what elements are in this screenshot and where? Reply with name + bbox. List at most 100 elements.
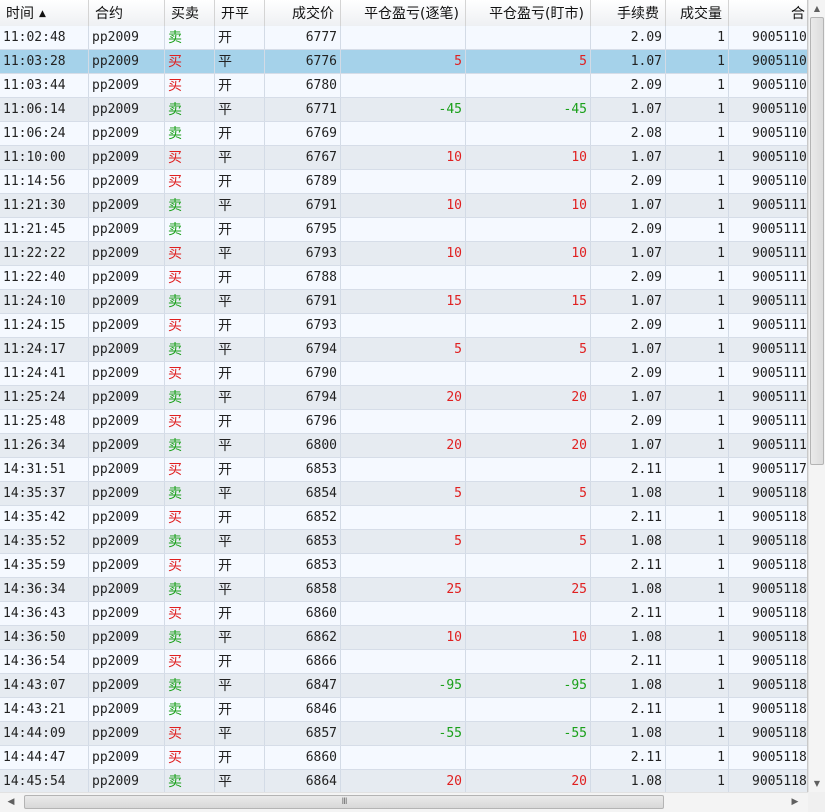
cell-pnl-mark: 10 [466, 194, 591, 217]
table-row[interactable]: 14:36:50 pp2009 卖平 6862 10 10 1.08 1 9005118 [0, 626, 807, 650]
cell-pnl-mark: 5 [466, 530, 591, 553]
column-header-pnl-trade[interactable]: 平仓盈亏(逐笔) [341, 0, 466, 26]
cell-side: 买 [165, 746, 215, 769]
cell-order-id: 9005118 [752, 630, 807, 645]
table-row[interactable]: 11:14:56 pp2009 买开 6789 2.09 1 9005110 [0, 170, 807, 194]
table-row[interactable]: 11:06:14 pp2009 卖平 6771 -45 -45 1.07 1 9005110 [0, 98, 807, 122]
cell-side: 卖 [165, 98, 215, 121]
cell-pnl-mark [466, 314, 591, 337]
table-row[interactable]: 11:22:40 pp2009 买开 6788 2.09 1 9005111 [0, 266, 807, 290]
cell-openclose: 平 [215, 98, 265, 121]
cell-volume: 1 [666, 170, 729, 193]
cell-time: 14:35:52 [0, 530, 89, 553]
cell-fee: 1.08 [591, 770, 666, 792]
cell-openclose: 平 [215, 770, 265, 792]
cell-side: 卖 [165, 290, 215, 313]
cell-pnl-mark: 5 [466, 50, 591, 73]
table-row[interactable]: 14:35:52 pp2009 卖平 6853 5 5 1.08 1 9005118 [0, 530, 807, 554]
cell-pnl-trade [341, 602, 466, 625]
vertical-scroll-thumb[interactable] [810, 17, 824, 465]
column-header-contract[interactable]: 合约 [89, 0, 165, 26]
cell-order-id: 9005110 [752, 102, 807, 117]
column-header-pnl-mark[interactable]: 平仓盈亏(盯市) [466, 0, 591, 26]
cell-order-id: 9005110 [752, 30, 807, 45]
cell-pnl-mark: -45 [466, 98, 591, 121]
column-header-fee[interactable]: 手续费 [591, 0, 666, 26]
cell-order-id: 9005118 [752, 510, 807, 525]
cell-price: 6777 [265, 26, 341, 49]
cell-time: 11:06:24 [0, 122, 89, 145]
cell-order-id: 9005111 [752, 222, 807, 237]
cell-pnl-mark [466, 410, 591, 433]
trade-records-grid[interactable]: 时间 ▲ 合约 买卖 开平 成交价 平仓盈亏(逐笔) 平仓盈亏(盯市) 手续费 成… [0, 0, 808, 792]
column-header-volume[interactable]: 成交量 [666, 0, 729, 26]
cell-order-id: 9005118 [752, 726, 807, 741]
cell-volume: 1 [666, 770, 729, 792]
table-row[interactable]: 11:02:48 pp2009 卖开 6777 2.09 1 9005110 [0, 26, 807, 50]
table-row[interactable]: 11:24:41 pp2009 买开 6790 2.09 1 9005111 [0, 362, 807, 386]
cell-contract: pp2009 [89, 266, 165, 289]
vertical-scrollbar[interactable]: ▲ ▼ [808, 0, 825, 792]
horizontal-scroll-thumb[interactable]: III [24, 795, 664, 809]
table-row[interactable]: 14:36:43 pp2009 买开 6860 2.11 1 9005118 [0, 602, 807, 626]
table-row[interactable]: 14:43:21 pp2009 卖开 6846 2.11 1 9005118 [0, 698, 807, 722]
table-row[interactable]: 11:21:30 pp2009 卖平 6791 10 10 1.07 1 9005111 [0, 194, 807, 218]
table-row[interactable]: 11:24:17 pp2009 卖平 6794 5 5 1.07 1 9005111 [0, 338, 807, 362]
table-row[interactable]: 11:06:24 pp2009 卖开 6769 2.08 1 9005110 [0, 122, 807, 146]
cell-side: 卖 [165, 626, 215, 649]
table-row[interactable]: 14:36:54 pp2009 买开 6866 2.11 1 9005118 [0, 650, 807, 674]
table-row[interactable]: 11:21:45 pp2009 卖开 6795 2.09 1 9005111 [0, 218, 807, 242]
column-header-side[interactable]: 买卖 [165, 0, 215, 26]
table-row[interactable]: 11:03:44 pp2009 买开 6780 2.09 1 9005110 [0, 74, 807, 98]
cell-pnl-mark [466, 746, 591, 769]
table-row[interactable]: 11:10:00 pp2009 买平 6767 10 10 1.07 1 9005110 [0, 146, 807, 170]
column-header-price[interactable]: 成交价 [265, 0, 341, 26]
column-header-openclose[interactable]: 开平 [215, 0, 265, 26]
table-row[interactable]: 14:35:42 pp2009 买开 6852 2.11 1 9005118 [0, 506, 807, 530]
cell-contract: pp2009 [89, 122, 165, 145]
cell-volume: 1 [666, 698, 729, 721]
table-row[interactable]: 14:35:59 pp2009 买开 6853 2.11 1 9005118 [0, 554, 807, 578]
column-header-extra[interactable]: 合 [729, 0, 807, 26]
scroll-left-icon[interactable]: ◀ [2, 793, 20, 812]
scroll-right-icon[interactable]: ▶ [786, 793, 804, 812]
cell-price: 6846 [265, 698, 341, 721]
cell-side: 买 [165, 554, 215, 577]
cell-contract: pp2009 [89, 554, 165, 577]
cell-pnl-trade [341, 26, 466, 49]
cell-volume: 1 [666, 74, 729, 97]
table-row[interactable]: 11:25:24 pp2009 卖平 6794 20 20 1.07 1 9005111 [0, 386, 807, 410]
cell-fee: 1.08 [591, 482, 666, 505]
cell-openclose: 开 [215, 218, 265, 241]
column-header-time[interactable]: 时间 ▲ [0, 0, 89, 26]
cell-time: 11:24:15 [0, 314, 89, 337]
table-row[interactable]: 14:35:37 pp2009 卖平 6854 5 5 1.08 1 9005118 [0, 482, 807, 506]
table-row[interactable]: 14:36:34 pp2009 卖平 6858 25 25 1.08 1 9005118 [0, 578, 807, 602]
cell-pnl-mark [466, 554, 591, 577]
cell-openclose: 开 [215, 26, 265, 49]
table-row[interactable]: 11:25:48 pp2009 买开 6796 2.09 1 9005111 [0, 410, 807, 434]
table-row[interactable]: 14:45:54 pp2009 卖平 6864 20 20 1.08 1 9005118 [0, 770, 807, 792]
scroll-down-icon[interactable]: ▼ [809, 775, 825, 792]
cell-time: 11:22:40 [0, 266, 89, 289]
horizontal-scrollbar[interactable]: ◀ III ▶ [0, 792, 808, 812]
table-row[interactable]: 11:26:34 pp2009 卖平 6800 20 20 1.07 1 9005111 [0, 434, 807, 458]
cell-pnl-trade: -55 [341, 722, 466, 745]
table-row[interactable]: 11:24:10 pp2009 卖平 6791 15 15 1.07 1 9005111 [0, 290, 807, 314]
scroll-up-icon[interactable]: ▲ [809, 0, 825, 17]
table-row[interactable]: 14:44:47 pp2009 买开 6860 2.11 1 9005118 [0, 746, 807, 770]
cell-price: 6771 [265, 98, 341, 121]
cell-order-id: 9005118 [752, 678, 807, 693]
table-row[interactable]: 11:22:22 pp2009 买平 6793 10 10 1.07 1 9005111 [0, 242, 807, 266]
cell-contract: pp2009 [89, 242, 165, 265]
table-row[interactable]: 14:43:07 pp2009 卖平 6847 -95 -95 1.08 1 9005118 [0, 674, 807, 698]
cell-pnl-mark [466, 506, 591, 529]
cell-openclose: 平 [215, 338, 265, 361]
cell-pnl-trade [341, 458, 466, 481]
table-row[interactable]: 11:24:15 pp2009 买开 6793 2.09 1 9005111 [0, 314, 807, 338]
cell-time: 11:24:17 [0, 338, 89, 361]
table-row[interactable]: 14:31:51 pp2009 买开 6853 2.11 1 9005117 [0, 458, 807, 482]
cell-pnl-mark: 25 [466, 578, 591, 601]
table-row[interactable]: 14:44:09 pp2009 买平 6857 -55 -55 1.08 1 9005118 [0, 722, 807, 746]
table-row[interactable]: 11:03:28 pp2009 买平 6776 5 5 1.07 1 9005110 [0, 50, 807, 74]
